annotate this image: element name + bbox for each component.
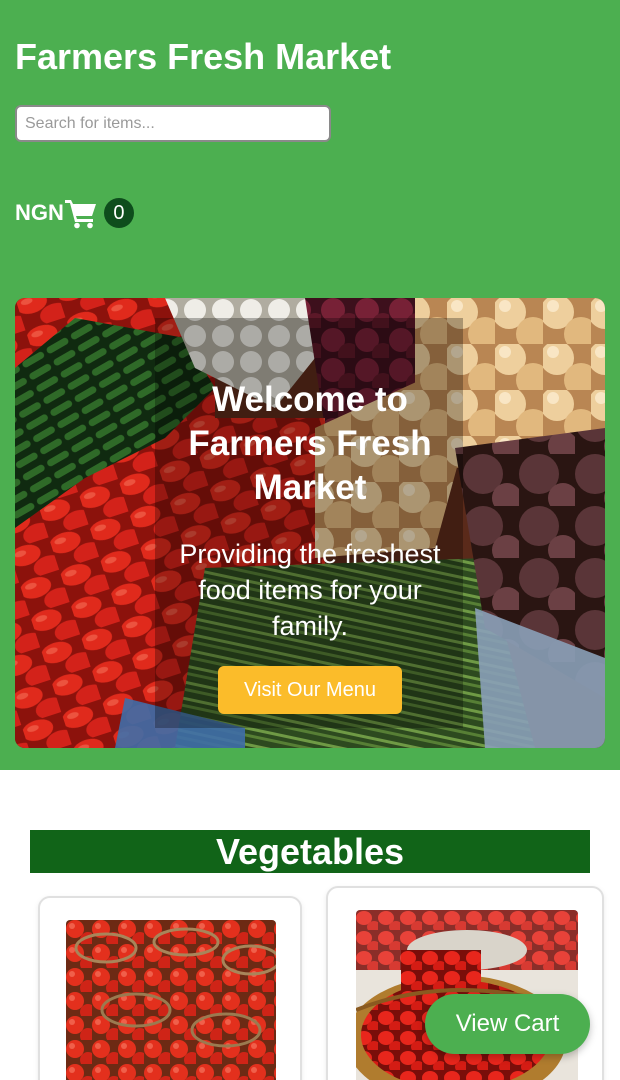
hero-content: Welcome to Farmers Fresh Market Providin… bbox=[15, 298, 605, 748]
visit-menu-button[interactable]: Visit Our Menu bbox=[218, 666, 402, 714]
section-heading-vegetables: Vegetables bbox=[30, 830, 590, 873]
view-cart-button[interactable]: View Cart bbox=[425, 994, 590, 1054]
search-input[interactable] bbox=[15, 105, 331, 142]
shopping-cart-icon bbox=[64, 200, 96, 229]
product-card[interactable] bbox=[38, 896, 302, 1080]
site-header: Farmers Fresh Market NGN 0 bbox=[0, 0, 620, 770]
currency-label: NGN bbox=[15, 200, 64, 225]
cart-link[interactable]: NGN 0 bbox=[15, 196, 134, 230]
hero-subtitle: Providing the freshest food items for yo… bbox=[179, 539, 441, 641]
hero-title: Welcome to Farmers Fresh Market bbox=[188, 380, 432, 507]
product-image-tomatoes[interactable] bbox=[66, 920, 276, 1080]
cart-count-badge: 0 bbox=[103, 198, 134, 228]
site-title: Farmers Fresh Market bbox=[15, 36, 392, 77]
